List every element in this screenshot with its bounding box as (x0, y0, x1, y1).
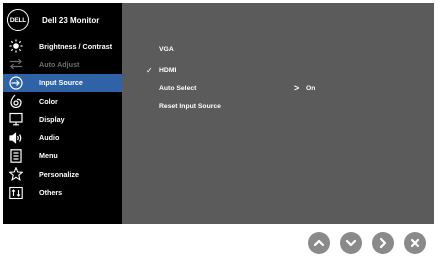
input-source-icon (9, 76, 23, 90)
sidebar-item-menu[interactable]: Menu (3, 147, 122, 165)
sidebar-item-label: Brightness / Contrast (39, 41, 113, 51)
option-hdmi[interactable]: HDMI (159, 67, 176, 74)
checkmark-icon: ✓ (146, 66, 153, 75)
submenu-panel: VGA ✓ HDMI Auto Select > On Reset Input … (122, 3, 434, 224)
sidebar: DELL Dell 23 Monitor Brightness / Contra… (3, 3, 122, 224)
sidebar-item-label: Display (39, 114, 65, 124)
option-auto-select[interactable]: Auto Select (159, 85, 196, 92)
chevron-right-icon: > (294, 83, 300, 93)
sidebar-item-label: Audio (39, 133, 60, 143)
display-icon (9, 112, 23, 126)
star-icon (9, 167, 23, 182)
close-icon (410, 238, 420, 248)
option-reset-input-source[interactable]: Reset Input Source (159, 103, 221, 110)
menu-icon (9, 149, 23, 163)
sidebar-item-label: Menu (39, 151, 58, 161)
sidebar-item-auto-adjust[interactable]: Auto Adjust (3, 55, 122, 73)
sidebar-item-brightness-contrast[interactable]: Brightness / Contrast (3, 37, 122, 55)
sidebar-item-label: Auto Adjust (39, 59, 80, 69)
sidebar-item-label: Personalize (39, 169, 79, 179)
sidebar-item-audio[interactable]: Audio (3, 128, 122, 146)
sidebar-item-display[interactable]: Display (3, 110, 122, 128)
sidebar-item-label: Input Source (39, 78, 83, 88)
chevron-right-icon (379, 237, 387, 249)
auto-select-value: On (306, 85, 316, 92)
sidebar-item-personalize[interactable]: Personalize (3, 165, 122, 183)
down-button[interactable] (340, 232, 362, 254)
sidebar-item-color[interactable]: Color (3, 92, 122, 110)
color-icon (9, 94, 23, 109)
sidebar-item-label: Others (39, 188, 63, 198)
speaker-icon (9, 131, 23, 145)
right-button[interactable] (372, 232, 394, 254)
auto-adjust-icon (9, 57, 23, 71)
dell-logo: DELL (7, 9, 29, 31)
sidebar-item-label: Color (39, 96, 58, 106)
sidebar-item-others[interactable]: Others (3, 183, 122, 201)
chevron-up-icon (313, 239, 325, 247)
osd-buttons (308, 232, 426, 254)
option-vga[interactable]: VGA (159, 46, 174, 53)
others-icon (9, 186, 23, 200)
main-menu: Brightness / Contrast Auto Adjust Input … (3, 37, 122, 202)
chevron-down-icon (345, 239, 357, 247)
monitor-model: Dell 23 Monitor (42, 15, 100, 25)
sidebar-item-input-source[interactable]: Input Source (3, 73, 122, 92)
sun-icon (9, 39, 23, 53)
close-button[interactable] (404, 232, 426, 254)
osd-window: DELL Dell 23 Monitor Brightness / Contra… (3, 3, 434, 224)
osd-header: DELL Dell 23 Monitor (3, 3, 122, 37)
up-button[interactable] (308, 232, 330, 254)
